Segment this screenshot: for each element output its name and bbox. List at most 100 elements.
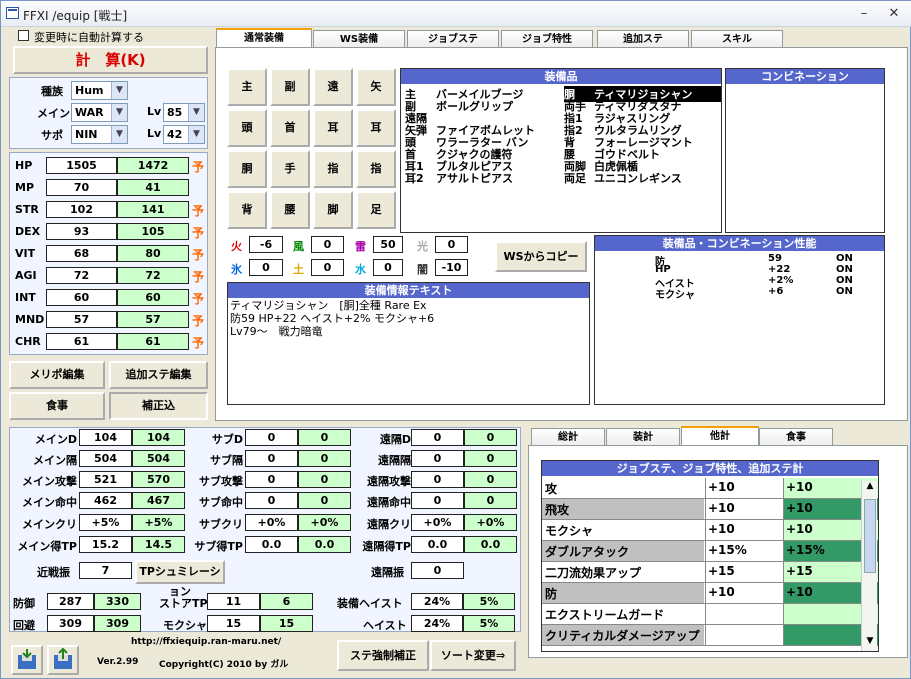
sub-tp-total: 0.0 [298,536,351,553]
tab-1[interactable]: WS装備 [313,30,405,48]
table-row: 攻 +10 +10 [542,478,878,499]
main-job-value: WAR [75,106,104,119]
stat-base-hp: 1505 [46,157,117,174]
info-line-1: ティマリジョシャン [胴]全種 Rare Ex [230,299,427,312]
rng-atk-total: 0 [464,471,517,488]
slot-button-3[interactable]: 矢 [356,68,396,106]
tab-3[interactable]: ジョブ特性 [501,30,593,48]
table-cell-value: +10 [705,583,783,603]
equip-slot-label: 両足 [564,172,586,185]
sub-lv-label: Lv [147,127,162,140]
main-lv-select[interactable]: 85 ▼ [163,103,205,122]
sub-crit-total: +0% [298,514,351,531]
slot-button-0[interactable]: 主 [227,68,267,106]
forecast-mark: 予 [192,314,205,328]
sub-crit-label: サブクリ [199,518,243,531]
equip-item[interactable]: ボールグリップ [436,98,513,114]
slot-button-15[interactable]: 足 [356,191,396,229]
meal-button[interactable]: 食事 [9,392,105,420]
rng-delay-label: 遠隔隔 [378,454,411,467]
auto-recalc-checkbox[interactable] [18,30,29,41]
job-table: ジョブステ、ジョブ特性、追加ステ計 攻 +10 +10 飛攻 +10 +10 モクシャ +10… [541,460,879,652]
tp-simulation-button[interactable]: TPシュミレーション [135,560,225,598]
main-d-total: 104 [132,429,185,446]
right-tab-0[interactable]: 総計 [531,428,605,446]
table-cell-name: 飛攻 [542,499,704,519]
tab-5[interactable]: スキル [691,30,783,48]
stat-total-hp: 1472 [117,157,189,174]
slot-button-5[interactable]: 首 [270,109,310,147]
rng-delay-total: 0 [464,450,517,467]
element-value: 0 [435,236,468,253]
table-cell-name: クリティカルダメージアップ [542,625,704,645]
equip-item[interactable]: アサルトピアス [436,170,513,186]
slot-button-11[interactable]: 指 [356,150,396,188]
close-icon[interactable]: ✕ [883,4,905,24]
forecast-mark: 予 [192,160,205,174]
main-delay-label: メイン隔 [33,454,77,467]
app-window: FFXI /equip [戦士] – ✕ 変更時に自動計算する 計 算(K) 種… [0,0,911,679]
sub-atk-label: サブ攻撃 [199,475,243,488]
sub-delay-base: 0 [245,450,298,467]
rng-acc-base: 0 [411,492,464,509]
scroll-up-icon[interactable]: ▲ [862,481,878,495]
slot-button-8[interactable]: 胴 [227,150,267,188]
scrollbar[interactable]: ▲ ▼ [861,481,877,651]
sub-lv-select[interactable]: 42 ▼ [163,125,205,144]
right-tab-2[interactable]: 他計 [681,426,759,446]
main-job-select[interactable]: WAR ▼ [71,103,128,122]
minimize-icon[interactable]: – [853,4,875,24]
tab-4[interactable]: 追加ステ [597,30,689,48]
tab-2[interactable]: ジョブステ [407,30,499,48]
element-label: 雷 [355,240,366,253]
equip-haste-label: 装備ヘイスト [337,597,403,610]
right-tab-3[interactable]: 食事 [759,428,833,446]
stat-base-mnd: 57 [46,311,117,328]
scroll-down-icon[interactable]: ▼ [862,636,878,650]
forecast-mark: 予 [192,204,205,218]
moksha-label: モクシャ [163,619,207,632]
sub-job-select[interactable]: NIN ▼ [71,125,128,144]
slot-button-9[interactable]: 手 [270,150,310,188]
main-atk-label: メイン攻撃 [22,475,77,488]
force-correct-button[interactable]: ステ強制補正 [337,640,429,671]
perf-value: +22 [768,264,791,275]
slot-button-14[interactable]: 脚 [313,191,353,229]
forecast-mark: 予 [192,226,205,240]
race-select[interactable]: Hum ▼ [71,81,128,100]
slot-button-12[interactable]: 背 [227,191,267,229]
add-stat-edit-button[interactable]: 追加ステ編集 [109,361,208,389]
slot-button-6[interactable]: 耳 [313,109,353,147]
element-value: 0 [373,259,403,276]
combination-list [725,68,885,233]
copy-from-ws-button[interactable]: WSからコピー [495,241,587,272]
save-button[interactable] [11,645,43,675]
slot-button-13[interactable]: 腰 [270,191,310,229]
element-value: 0 [311,259,344,276]
tab-0[interactable]: 通常装備 [216,28,312,48]
calculate-button[interactable]: 計 算(K) [13,46,208,74]
info-line-2: 防59 HP+22 ヘイスト+2% モクシャ+6 [230,312,435,325]
stat-base-mp: 70 [46,179,117,196]
slot-button-4[interactable]: 頭 [227,109,267,147]
sort-change-button[interactable]: ソート変更⇒ [430,640,516,671]
perf-status: ON [836,253,853,264]
equip-haste-total: 5% [463,593,515,610]
equip-item[interactable]: ユニコンレギンス [594,170,682,186]
slot-button-7[interactable]: 耳 [356,109,396,147]
stat-base-chr: 61 [46,333,117,350]
load-button[interactable] [47,645,79,675]
perf-value: +6 [768,286,784,297]
scroll-thumb[interactable] [864,499,876,573]
slot-button-2[interactable]: 遠 [313,68,353,106]
right-tab-1[interactable]: 装計 [606,428,680,446]
slot-button-10[interactable]: 指 [313,150,353,188]
defense-total: 330 [94,593,141,610]
title-bar: FFXI /equip [戦士] – ✕ [1,1,911,27]
correction-toggle[interactable]: 補正込 [109,392,208,420]
slot-button-1[interactable]: 副 [270,68,310,106]
main-d-label: メインD [34,433,77,446]
perf-name: モクシャ [655,290,695,301]
haste-base: 24% [411,615,463,632]
merit-edit-button[interactable]: メリポ編集 [9,361,105,389]
